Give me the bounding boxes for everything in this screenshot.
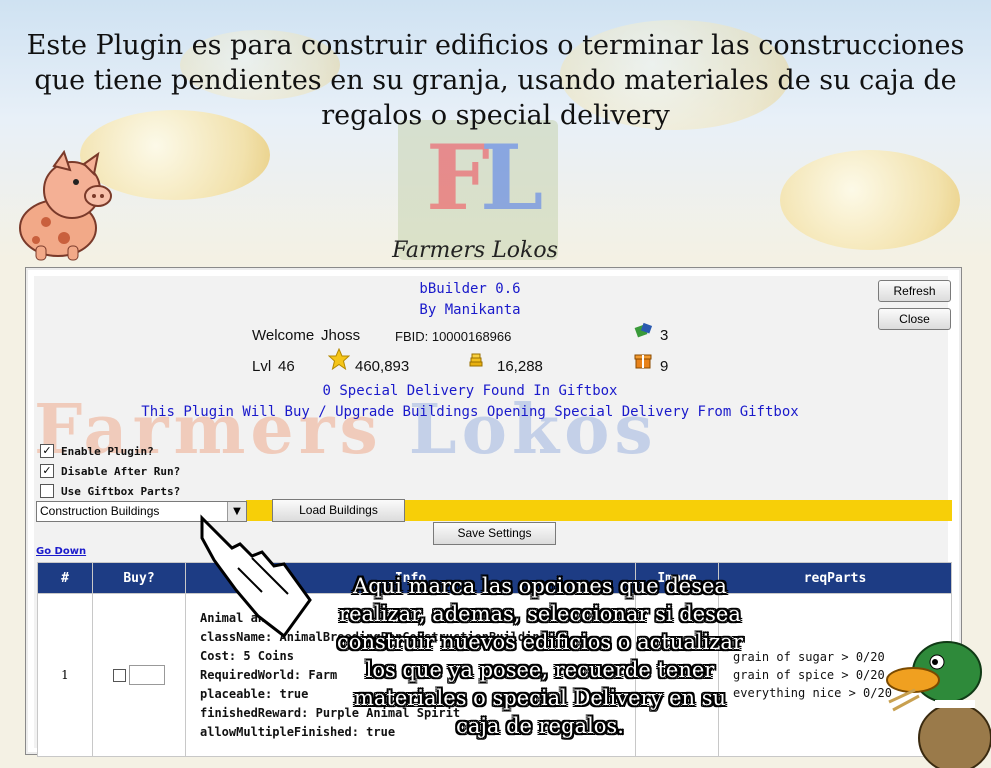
- gifts-count: 9: [660, 358, 669, 375]
- xp-star-icon: [328, 348, 350, 370]
- save-settings-button[interactable]: Save Settings: [433, 522, 556, 545]
- duck-icon: [886, 641, 991, 768]
- refresh-button[interactable]: Refresh: [878, 280, 951, 302]
- watermark: Farmers Lokos: [34, 390, 658, 470]
- fuel-count: 3: [660, 327, 669, 344]
- pig-icon: [19, 150, 112, 261]
- watermark-part1: Farmers: [34, 390, 383, 470]
- go-down-link[interactable]: Go Down: [36, 546, 86, 557]
- coins-icon: [469, 353, 483, 367]
- enable-plugin-label: Enable Plugin?: [61, 445, 154, 458]
- column-header-reqparts: reqParts: [718, 562, 952, 594]
- welcome-label: Welcome: [252, 327, 315, 344]
- building-type-value: Construction Buildings: [40, 504, 160, 518]
- plugin-description: This Plugin Will Buy / Upgrade Buildings…: [141, 404, 799, 420]
- disable-after-run-checkbox[interactable]: ✓: [40, 464, 54, 478]
- buy-cell: [92, 593, 186, 757]
- special-delivery-status: 0 Special Delivery Found In Giftbox: [322, 383, 618, 399]
- close-button[interactable]: Close: [878, 308, 951, 330]
- level-label: Lvl: [252, 358, 272, 375]
- fuel-icon: [634, 322, 653, 338]
- coins-value: 16,288: [497, 358, 543, 375]
- pointing-hand-icon: [200, 514, 312, 639]
- fbid: FBID: 10000168966: [395, 329, 512, 344]
- headline: Este Plugin es para construir edificios …: [26, 30, 965, 131]
- cloud-decoration: [780, 150, 960, 250]
- level-value: 46: [278, 358, 295, 375]
- column-header-index: #: [37, 562, 93, 594]
- gift-icon: [634, 354, 652, 369]
- xp-value: 460,893: [355, 358, 410, 375]
- row-index: 1: [37, 593, 93, 757]
- user-name: Jhoss: [321, 327, 361, 344]
- use-giftbox-parts-label: Use Giftbox Parts?: [61, 485, 181, 498]
- column-header-buy: Buy?: [92, 562, 186, 594]
- watermark-part2: Lokos: [408, 390, 658, 470]
- plugin-title: bBuilder 0.6: [419, 281, 521, 297]
- buy-checkbox[interactable]: [112, 668, 126, 682]
- enable-plugin-checkbox[interactable]: ✓: [40, 444, 54, 458]
- use-giftbox-parts-checkbox[interactable]: [40, 484, 54, 498]
- farmers-lokos-banner: Farmers Lokos: [392, 238, 558, 263]
- disable-after-run-label: Disable After Run?: [61, 465, 181, 478]
- instruction-overlay: Aqui marca las opciones que desea realiz…: [337, 574, 743, 738]
- plugin-author: By Manikanta: [419, 302, 521, 318]
- buy-quantity-input[interactable]: [129, 665, 166, 685]
